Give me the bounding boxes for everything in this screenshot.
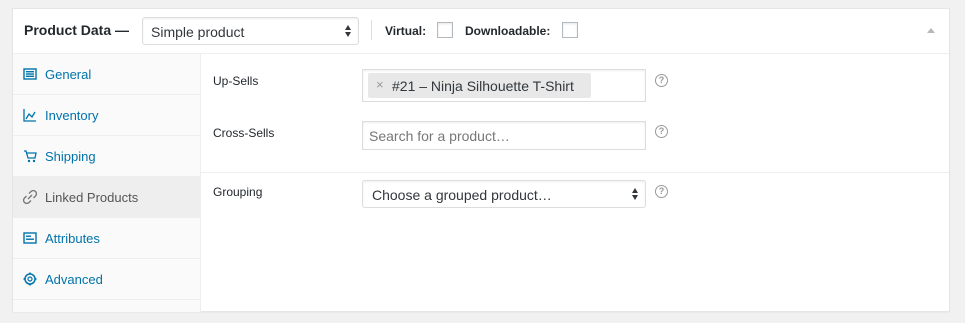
grouping-value: Choose a grouped product… (372, 187, 552, 203)
product-data-tabs: General Inventory Shipping Linked Produc… (13, 54, 201, 312)
crosssells-placeholder: Search for a product… (369, 128, 510, 144)
crosssells-input[interactable]: Search for a product… (362, 121, 646, 150)
remove-chip-icon[interactable]: × (376, 77, 384, 92)
tab-label: Inventory (45, 108, 99, 123)
tab-general[interactable]: General (13, 54, 200, 95)
collapse-toggle-icon[interactable] (927, 28, 935, 33)
tab-attributes[interactable]: Attributes (13, 218, 200, 259)
help-icon[interactable]: ? (655, 185, 668, 198)
panel-header: Product Data — Simple product Virtual: D… (13, 9, 949, 54)
section-divider (201, 172, 949, 173)
tab-advanced[interactable]: Advanced (13, 259, 200, 300)
crosssells-label: Cross-Sells (213, 126, 275, 140)
gear-icon (23, 272, 37, 286)
tab-shipping[interactable]: Shipping (13, 136, 200, 177)
tab-label: Attributes (45, 231, 100, 246)
grouping-select[interactable]: Choose a grouped product… (362, 180, 646, 208)
help-icon[interactable]: ? (655, 74, 668, 87)
tab-label: Linked Products (45, 190, 139, 205)
attributes-icon (23, 231, 37, 245)
virtual-checkbox[interactable] (437, 22, 453, 38)
help-icon[interactable]: ? (655, 125, 668, 138)
grouping-label: Grouping (213, 185, 263, 199)
virtual-label: Virtual: (385, 24, 427, 38)
product-data-panel: Product Data — Simple product Virtual: D… (12, 8, 950, 312)
tab-label: General (45, 67, 92, 82)
downloadable-checkbox[interactable] (562, 22, 578, 38)
tab-linked-products[interactable]: Linked Products (13, 177, 200, 218)
tab-label: Advanced (45, 272, 103, 287)
upsells-label: Up-Sells (213, 74, 259, 88)
upsells-input[interactable]: × #21 – Ninja Silhouette T-Shirt (362, 69, 646, 102)
link-icon (22, 189, 38, 205)
tab-inventory[interactable]: Inventory (13, 95, 200, 136)
select-arrows-icon (345, 24, 352, 38)
shipping-icon (23, 149, 37, 163)
product-type-select[interactable]: Simple product (142, 17, 359, 45)
chip-label: #21 – Ninja Silhouette T-Shirt (392, 78, 574, 94)
downloadable-label: Downloadable: (465, 24, 551, 38)
header-separator (371, 20, 372, 40)
selected-product-chip: × #21 – Ninja Silhouette T-Shirt (368, 73, 591, 98)
select-arrows-icon (632, 187, 639, 201)
tab-label: Shipping (45, 149, 96, 164)
linked-products-options: Up-Sells × #21 – Ninja Silhouette T-Shir… (201, 54, 949, 312)
product-type-value: Simple product (151, 24, 245, 40)
general-icon (23, 67, 37, 81)
inventory-icon (23, 108, 37, 122)
panel-title: Product Data — (24, 22, 130, 38)
